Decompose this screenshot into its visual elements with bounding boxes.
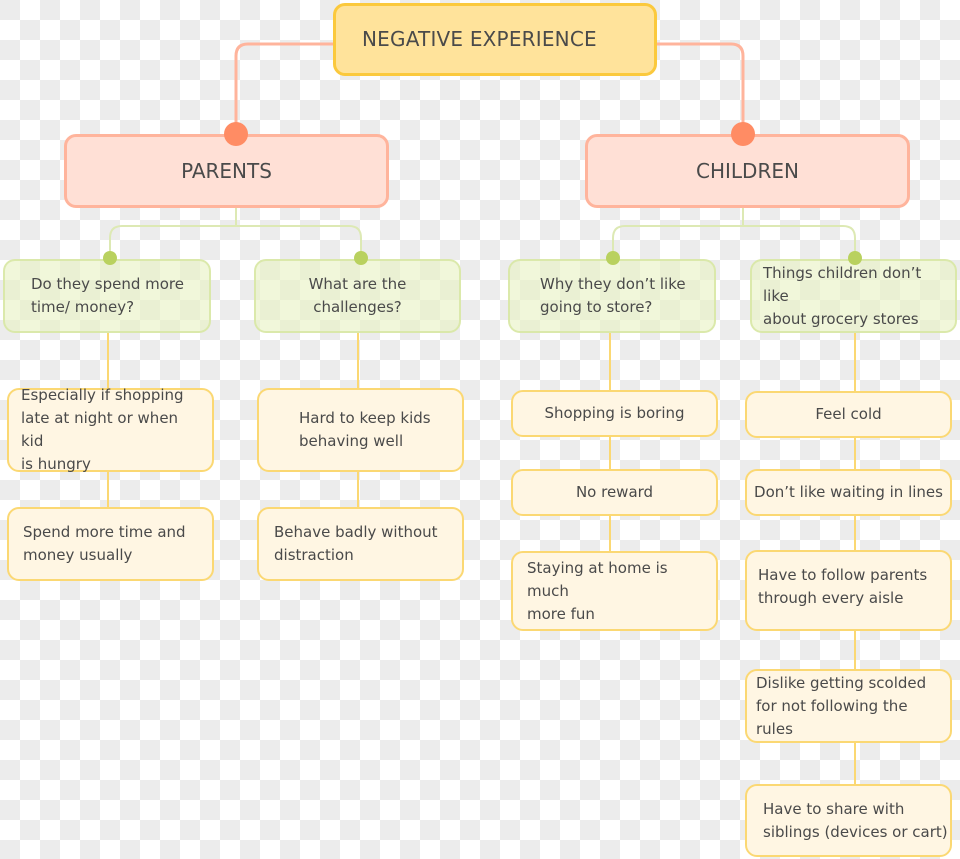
- category-parents-label: PARENTS: [181, 158, 272, 183]
- root-node[interactable]: NEGATIVE EXPERIENCE: [333, 3, 657, 76]
- root-label: NEGATIVE EXPERIENCE: [362, 27, 597, 51]
- connector-root-children: [657, 42, 745, 134]
- leaf-label: Don’t like waiting in lines: [754, 483, 943, 501]
- leaf-label: Feel cold: [815, 405, 882, 423]
- question-label: Things children don’t like about grocery…: [763, 263, 922, 328]
- connector-dot-q2: [354, 251, 368, 265]
- leaf-label: Shopping is boring: [544, 404, 685, 422]
- connector-dot-children: [731, 122, 755, 146]
- leaf-hard-keep-behaving[interactable]: Hard to keep kids behaving well: [257, 388, 464, 472]
- connector-root-parents: [234, 42, 333, 134]
- leaf-label: Have to follow parents through every ais…: [758, 566, 928, 607]
- leaf-label: Especially if shopping late at night or …: [21, 386, 184, 473]
- leaf-late-night-hungry[interactable]: Especially if shopping late at night or …: [7, 386, 214, 473]
- leaf-follow-parents[interactable]: Have to follow parents through every ais…: [745, 550, 952, 631]
- question-label: What are the challenges?: [308, 275, 407, 316]
- leaf-label: Behave badly without distraction: [274, 523, 438, 564]
- connector-dot-q1: [103, 251, 117, 265]
- connector-dot-q3: [606, 251, 620, 265]
- leaf-scolded-rules[interactable]: Dislike getting scolded for not followin…: [745, 669, 952, 743]
- leaf-waiting-lines[interactable]: Don’t like waiting in lines: [745, 469, 952, 516]
- question-label: Do they spend more time/ money?: [31, 275, 184, 316]
- connector-dot-parents: [224, 122, 248, 146]
- leaf-feel-cold[interactable]: Feel cold: [745, 391, 952, 438]
- leaf-more-time-money[interactable]: Spend more time and money usually: [7, 507, 214, 581]
- leaf-label: Dislike getting scolded for not followin…: [756, 673, 927, 738]
- leaf-shopping-boring[interactable]: Shopping is boring: [511, 390, 718, 437]
- question-children-why-dislike[interactable]: Why they don’t like going to store?: [508, 259, 716, 333]
- question-children-things-dislike[interactable]: Things children don’t like about grocery…: [750, 259, 957, 333]
- leaf-label: Have to share with siblings (devices or …: [763, 799, 948, 841]
- leaf-behave-badly[interactable]: Behave badly without distraction: [257, 507, 464, 581]
- question-parents-time-money[interactable]: Do they spend more time/ money?: [3, 259, 211, 333]
- connector-parents-questions: [109, 208, 362, 258]
- leaf-label: Spend more time and money usually: [23, 523, 186, 564]
- connector-dot-q4: [848, 251, 862, 265]
- category-children-label: CHILDREN: [696, 158, 799, 183]
- connector-children-questions: [612, 208, 856, 258]
- category-parents[interactable]: PARENTS: [64, 134, 389, 208]
- leaf-share-siblings[interactable]: Have to share with siblings (devices or …: [745, 784, 952, 857]
- question-label: Why they don’t like going to store?: [540, 275, 686, 316]
- leaf-no-reward[interactable]: No reward: [511, 469, 718, 516]
- leaf-label: Staying at home is much more fun: [527, 558, 668, 623]
- leaf-label: No reward: [575, 483, 654, 501]
- question-parents-challenges[interactable]: What are the challenges?: [254, 259, 461, 333]
- leaf-label: Hard to keep kids behaving well: [299, 409, 431, 450]
- leaf-home-more-fun[interactable]: Staying at home is much more fun: [511, 551, 718, 631]
